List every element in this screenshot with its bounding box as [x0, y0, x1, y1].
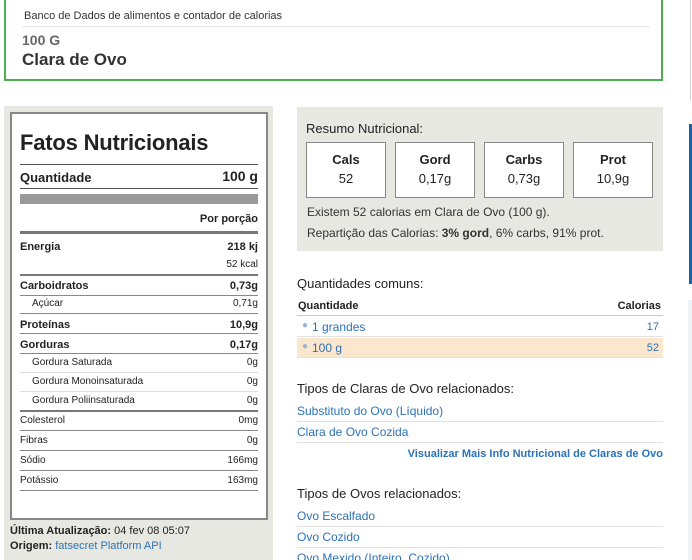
related-eggs-title: Tipos de Ovos relacionados: — [297, 486, 462, 501]
header-divider — [22, 26, 650, 27]
related-link[interactable]: Clara de Ovo Cozida — [297, 422, 663, 443]
source: Origem: fatsecret Platform API — [10, 540, 162, 552]
macro-box-carbs: Carbs 0,73g — [484, 142, 564, 198]
related-whites-title: Tipos de Claras de Ovo relacionados: — [297, 381, 515, 396]
table-row-selected[interactable]: ● 100 g 52 — [297, 338, 663, 358]
nutrient-label: Carboidratos — [20, 280, 89, 292]
divider — [20, 372, 258, 373]
macro-box-fat: Gord 0,17g — [395, 142, 475, 198]
macro-value: 10,9g — [596, 171, 630, 186]
nutrient-value: 0,17g — [229, 339, 258, 351]
nutrient-value: 0g — [246, 395, 258, 406]
nutrient-label: Açúcar — [32, 298, 64, 309]
row-calories: 17 — [646, 321, 659, 333]
divider — [20, 313, 258, 314]
macro-value: 0,17g — [418, 171, 452, 186]
nutrient-label: Fibras — [20, 435, 48, 446]
breakdown-rest: , 6% carbs, 91% prot. — [489, 226, 604, 240]
quantities-table-header: Quantidade Calorias — [297, 298, 663, 316]
divider — [20, 450, 258, 451]
nutrient-value: 218 kj — [227, 241, 258, 253]
source-label: Origem: — [10, 540, 53, 552]
macro-box-cals: Cals 52 — [306, 142, 386, 198]
nutrient-label: Potássio — [20, 475, 59, 486]
nutrient-value: 0g — [246, 435, 258, 446]
nutrient-value: 52 kcal — [226, 259, 258, 270]
side-panel-edge-light — [688, 300, 692, 560]
food-header: Banco de Dados de alimentos e contador d… — [4, 0, 663, 81]
nutrition-facts-label: Fatos Nutricionais Quantidade 100 g Por … — [10, 112, 268, 520]
last-update-label: Última Atualização: — [10, 525, 112, 537]
nutrient-label: Gorduras — [20, 339, 70, 351]
nutrient-value: 0g — [246, 376, 258, 387]
breakdown-fat: 3% gord — [441, 226, 490, 240]
divider — [20, 490, 258, 491]
nutrient-value: 10,9g — [229, 319, 258, 331]
divider — [20, 430, 258, 431]
nutrient-value: 166mg — [227, 455, 258, 466]
last-update: Última Atualização: 04 fev 08 05:07 — [10, 525, 190, 537]
related-link[interactable]: Ovo Escalfado — [297, 506, 663, 527]
calorie-breakdown: Repartição das Calorias: 3% gord, 6% car… — [307, 226, 604, 240]
col-calories: Calorias — [617, 300, 661, 312]
nutrient-label: Sódio — [20, 455, 46, 466]
macro-label: Cals — [332, 152, 360, 167]
summary-title: Resumo Nutricional: — [306, 121, 424, 136]
nutrition-panel: Fatos Nutricionais Quantidade 100 g Por … — [4, 106, 273, 560]
nutrient-label: Colesterol — [20, 415, 66, 426]
macro-label: Prot — [600, 152, 626, 167]
related-link[interactable]: Ovo Mexido (Inteiro, Cozido) — [297, 548, 663, 560]
macro-label: Gord — [419, 152, 451, 167]
calorie-sentence: Existem 52 calorias em Clara de Ovo (100… — [307, 205, 550, 219]
scroll-edge-line — [690, 0, 691, 100]
nutrient-label: Gordura Monoinsaturada — [32, 376, 144, 387]
breakdown-prefix: Repartição das Calorias: — [307, 226, 442, 240]
last-update-value: 04 fev 08 05:07 — [114, 525, 190, 537]
row-quantity[interactable]: 100 g — [312, 341, 342, 355]
col-quantity: Quantidade — [298, 300, 359, 312]
divider — [20, 333, 258, 334]
macro-box-prot: Prot 10,9g — [573, 142, 653, 198]
table-row[interactable]: ● 1 grandes 17 — [297, 317, 663, 337]
nutrient-label: Energia — [20, 241, 61, 253]
related-link[interactable]: Ovo Cozido — [297, 527, 663, 548]
divider — [20, 274, 258, 276]
divider — [20, 391, 258, 392]
nutrient-value: 0mg — [238, 415, 258, 426]
quantity-value: 100 g — [222, 168, 258, 184]
nutrient-label: Gordura Poliinsaturada — [32, 395, 135, 406]
nutrient-value: 0g — [246, 357, 258, 368]
nutrient-value: 163mg — [227, 475, 258, 486]
divider — [20, 188, 258, 189]
macro-value: 0,73g — [507, 171, 541, 186]
nutrient-label: Gordura Saturada — [32, 357, 113, 368]
nutrition-summary: Resumo Nutricional: Cals 52 Gord 0,17g C… — [297, 107, 663, 251]
bullet-icon: ● — [302, 341, 309, 352]
source-link[interactable]: fatsecret Platform API — [55, 540, 161, 552]
nutrient-value: 0,73g — [229, 280, 258, 292]
facts-title: Fatos Nutricionais — [20, 130, 209, 155]
more-info-link[interactable]: Visualizar Mais Info Nutricional de Clar… — [408, 448, 663, 460]
divider — [20, 410, 258, 412]
bullet-icon: ● — [302, 320, 309, 331]
macro-label: Carbs — [505, 152, 543, 167]
divider — [20, 470, 258, 471]
per-portion-label: Por porção — [199, 213, 258, 225]
divider — [20, 295, 258, 296]
common-quantities-title: Quantidades comuns: — [297, 276, 424, 291]
macro-value: 52 — [338, 171, 354, 186]
nutrient-value: 0,71g — [232, 298, 258, 309]
header-subtitle: Banco de Dados de alimentos e contador d… — [24, 10, 283, 22]
food-title: Clara de Ovo — [22, 50, 127, 69]
nutrient-label: Proteínas — [20, 319, 71, 331]
thick-divider — [20, 194, 258, 204]
row-quantity[interactable]: 1 grandes — [312, 320, 365, 334]
row-calories: 52 — [646, 342, 659, 354]
divider — [20, 353, 258, 354]
related-link[interactable]: Substituto do Ovo (Líquido) — [297, 401, 663, 422]
header-quantity: 100 G — [22, 32, 61, 48]
divider — [20, 164, 258, 165]
divider — [20, 231, 258, 234]
quantity-label: Quantidade — [20, 170, 92, 185]
